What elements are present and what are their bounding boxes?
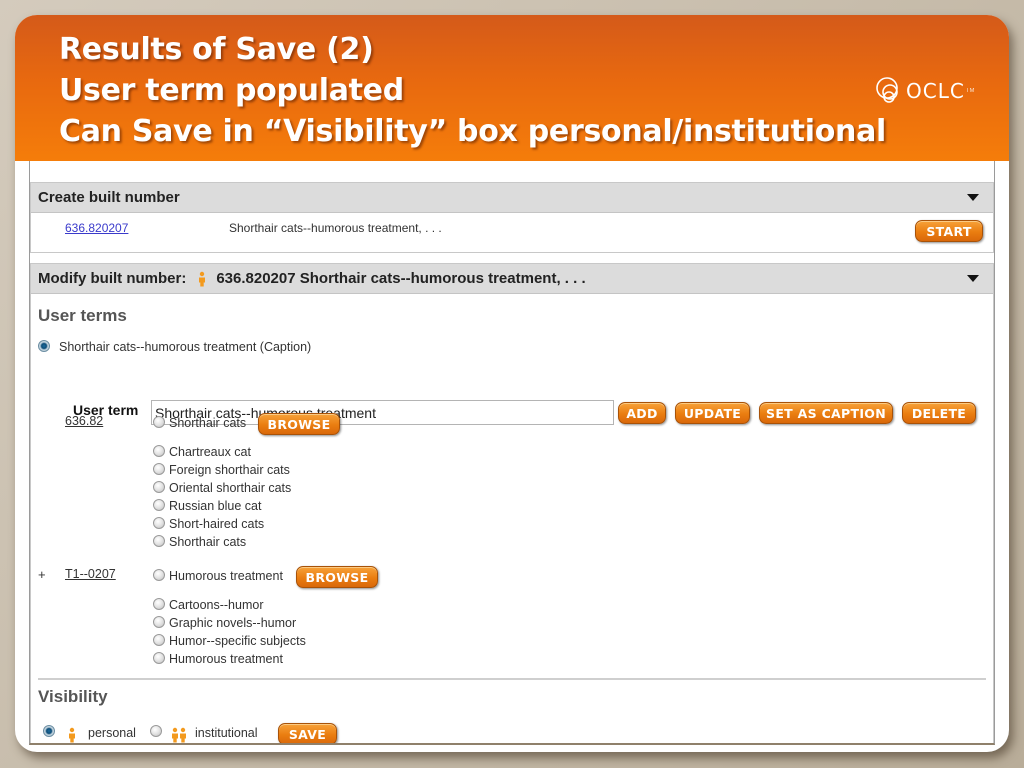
term-radio[interactable] [153, 463, 165, 475]
term-radio[interactable] [153, 535, 165, 547]
update-button[interactable]: UPDATE [675, 402, 750, 424]
create-row: 636.820207 Shorthair cats--humorous trea… [31, 213, 993, 252]
visibility-personal-label: personal [88, 726, 136, 740]
term-label: Graphic novels--humor [169, 616, 297, 630]
browse-button[interactable]: BROWSE [296, 566, 378, 588]
visibility-heading: Visibility [38, 687, 108, 706]
term-label: Shorthair cats [169, 416, 247, 430]
term-radio[interactable] [153, 569, 165, 581]
modify-built-number-panel: Modify built number: 636.820207 Shorthai… [30, 263, 994, 743]
collapse-arrow-icon[interactable] [967, 194, 979, 201]
term-radio[interactable] [153, 517, 165, 529]
term-label: Cartoons--humor [169, 598, 264, 612]
term-label: Russian blue cat [169, 499, 262, 513]
save-button[interactable]: SAVE [278, 723, 337, 743]
caption-term-label: Shorthair cats--humorous treatment (Capt… [59, 340, 312, 354]
built-number-link[interactable]: 636.820207 [65, 221, 128, 235]
user-terms-heading: User terms [38, 306, 127, 325]
personal-icon [69, 727, 75, 743]
term-radio[interactable] [153, 634, 165, 646]
create-panel-title: Create built number [38, 189, 180, 206]
add-button[interactable]: ADD [618, 402, 666, 424]
term-radio[interactable] [153, 598, 165, 610]
oclc-logo-icon [876, 77, 898, 103]
oclc-logo: OCLC TM [872, 75, 975, 107]
expand-icon[interactable]: + [38, 567, 46, 582]
term-label: Humorous treatment [169, 652, 283, 666]
create-built-number-panel: Create built number 636.820207 Shorthair… [30, 182, 994, 253]
class-number-link[interactable]: 636.82 [65, 414, 103, 428]
create-panel-header[interactable]: Create built number [31, 183, 993, 213]
visibility-personal-radio[interactable] [43, 725, 55, 737]
slide-title-line-1: Results of Save (2) [59, 32, 374, 67]
caption-term-radio[interactable] [38, 340, 50, 352]
term-label: Oriental shorthair cats [169, 481, 292, 495]
term-label: Foreign shorthair cats [169, 463, 290, 477]
built-number-description: Shorthair cats--humorous treatment, . . … [229, 221, 442, 235]
term-radio[interactable] [153, 445, 165, 457]
modify-panel-body: User terms Shorthair cats--humorous trea… [31, 294, 993, 743]
visibility-institutional-radio[interactable] [150, 725, 162, 737]
slide: Results of Save (2) User term populated … [15, 15, 1009, 752]
term-radio[interactable] [153, 416, 165, 428]
app-screenshot: Create built number 636.820207 Shorthair… [29, 161, 995, 745]
collapse-arrow-icon[interactable] [967, 275, 979, 282]
start-button[interactable]: START [915, 220, 983, 242]
modify-panel-title: Modify built number: [38, 270, 187, 287]
modify-panel-header[interactable]: Modify built number: 636.820207 Shorthai… [31, 264, 993, 294]
term-label: Chartreaux cat [169, 445, 251, 459]
term-label: Shorthair cats [169, 535, 247, 549]
browse-button[interactable]: BROWSE [258, 413, 340, 435]
delete-button[interactable]: DELETE [902, 402, 976, 424]
slide-title-line-3: Can Save in “Visibility” box personal/in… [59, 114, 887, 149]
term-radio[interactable] [153, 481, 165, 493]
oclc-logo-text: OCLC [906, 79, 965, 103]
term-radio[interactable] [153, 499, 165, 511]
table-number-link[interactable]: T1--0207 [65, 567, 116, 581]
term-radio[interactable] [153, 652, 165, 664]
term-label: Humor--specific subjects [169, 634, 306, 648]
slide-title-line-2: User term populated [59, 73, 404, 108]
term-radio[interactable] [153, 616, 165, 628]
modify-panel-value: 636.820207 Shorthair cats--humorous trea… [216, 270, 586, 287]
personal-icon [199, 271, 206, 286]
trademark: TM [965, 88, 975, 94]
term-label: Short-haired cats [169, 517, 265, 531]
slide-header: Results of Save (2) User term populated … [15, 15, 1009, 161]
set-as-caption-button[interactable]: SET AS CAPTION [759, 402, 893, 424]
visibility-institutional-label: institutional [195, 726, 258, 740]
institutional-icon [172, 727, 186, 743]
term-label: Humorous treatment [169, 569, 283, 583]
section-divider [38, 678, 986, 680]
slide-title: Results of Save (2) User term populated … [59, 29, 886, 152]
